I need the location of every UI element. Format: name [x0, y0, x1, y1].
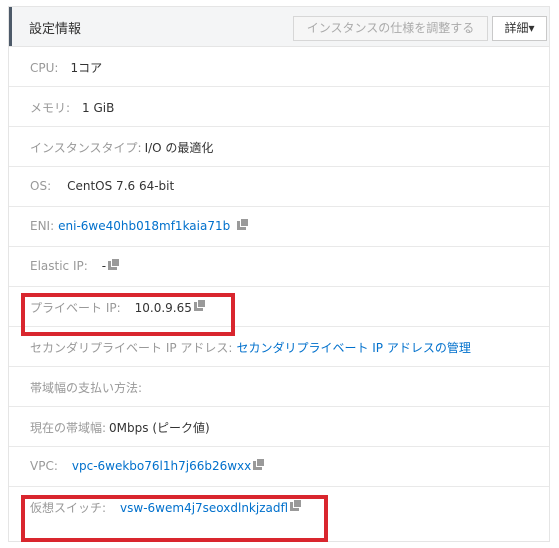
cpu-label: CPU:	[30, 60, 59, 75]
copy-icon[interactable]	[253, 457, 266, 471]
row-elastic-ip: Elastic IP: -	[9, 247, 549, 287]
header-accent-bar	[9, 7, 12, 46]
panel-header: 設定情報 インスタンスの仕様を調整する 詳細▾	[9, 7, 549, 47]
vpc-label: VPC:	[30, 459, 58, 473]
copy-icon[interactable]	[108, 257, 121, 271]
cpu-value: 1コア	[70, 61, 103, 75]
row-memory: メモリ: 1 GiB	[9, 87, 549, 127]
vswitch-highlight-box	[21, 495, 328, 542]
memory-value: 1 GiB	[82, 100, 115, 115]
row-vpc: VPC: vpc-6wekbo76l1h7j66b26wxx	[9, 447, 549, 487]
instance-type-value: I/O の最適化	[144, 141, 214, 155]
adjust-instance-spec-button[interactable]: インスタンスの仕様を調整する	[293, 16, 488, 41]
row-bandwidth: 現在の帯域幅: 0Mbps (ピーク値)	[9, 407, 549, 447]
bandwidth-value: 0Mbps (ピーク値)	[109, 421, 210, 435]
detail-dropdown-button[interactable]: 詳細▾	[492, 16, 547, 41]
vpc-link[interactable]: vpc-6wekbo76l1h7j66b26wxx	[72, 459, 251, 473]
chevron-down-icon: ▾	[528, 21, 535, 35]
elastic-ip-label: Elastic IP:	[30, 259, 88, 273]
private-ip-highlight-box	[21, 293, 235, 336]
configuration-panel: 設定情報 インスタンスの仕様を調整する 詳細▾ CPU: 1コア メモリ: 1 …	[8, 6, 550, 542]
os-label: OS:	[30, 179, 52, 193]
row-billing-method: 帯域幅の支払い方法:	[9, 367, 549, 407]
detail-button-label: 詳細	[504, 21, 529, 35]
panel-title: 設定情報	[29, 22, 82, 37]
row-eni: ENI: eni-6we40hb018mf1kaia71b	[9, 207, 549, 247]
eni-link[interactable]: eni-6we40hb018mf1kaia71b	[58, 219, 230, 233]
row-os: OS: CentOS 7.6 64-bit	[9, 167, 549, 207]
row-instance-type: インスタンスタイプ: I/O の最適化	[9, 127, 549, 167]
elastic-ip-value: -	[101, 259, 107, 273]
secondary-ip-label: セカンダリプライベート IP アドレス:	[30, 341, 233, 355]
bandwidth-label: 現在の帯域幅:	[30, 421, 107, 435]
memory-label: メモリ:	[30, 101, 71, 115]
eni-label: ENI:	[30, 219, 55, 233]
os-value: CentOS 7.6 64-bit	[67, 179, 175, 193]
billing-method-label: 帯域幅の支払い方法:	[30, 381, 143, 395]
copy-icon[interactable]	[237, 217, 250, 231]
manage-secondary-ip-link[interactable]: セカンダリプライベート IP アドレスの管理	[236, 339, 470, 356]
instance-type-label: インスタンスタイプ:	[30, 141, 142, 155]
row-cpu: CPU: 1コア	[9, 47, 549, 87]
